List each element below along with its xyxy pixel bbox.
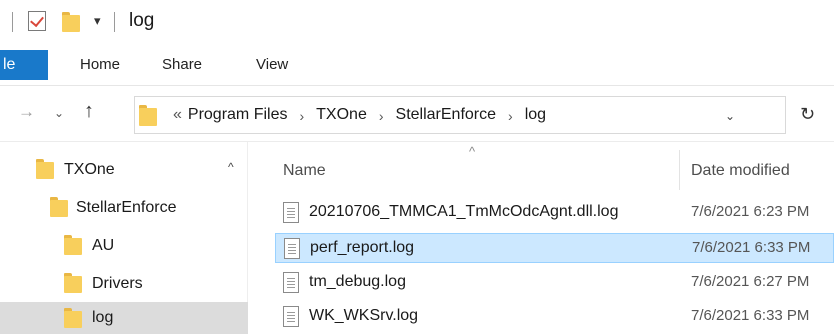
tab-file[interactable]: le [0, 50, 48, 80]
folder-icon [64, 273, 82, 293]
nav-scroll-up-icon[interactable]: ^ [228, 160, 234, 174]
file-name: perf_report.log [310, 239, 415, 256]
breadcrumb-separator[interactable]: › [299, 106, 304, 126]
text-file-icon [284, 238, 300, 259]
window-title: log [129, 10, 155, 31]
breadcrumb-program-files[interactable]: Program Files [188, 106, 288, 126]
breadcrumb-log[interactable]: log [525, 106, 546, 126]
column-header-name[interactable]: Name [283, 162, 326, 180]
column-header-row: ^ Name Date modified [249, 142, 834, 190]
toolbar-separator [114, 12, 115, 32]
address-row: → ⌄ ↑ « Program Files › TXOne › StellarE… [0, 86, 834, 142]
ribbon: le Home Share View [0, 44, 834, 86]
sort-ascending-icon: ^ [469, 144, 476, 159]
sidebar-item-txone[interactable]: TXOne [0, 154, 220, 186]
folder-icon [36, 159, 54, 179]
sidebar-item-label: AU [92, 237, 115, 254]
breadcrumb: « Program Files › TXOne › StellarEnforce… [173, 106, 546, 126]
address-dropdown-icon[interactable]: ⌄ [725, 109, 735, 123]
file-row[interactable]: WK_WKSrv.log 7/6/2021 6:33 PM [275, 302, 834, 332]
folder-icon [64, 308, 82, 328]
back-arrow-icon[interactable]: → [18, 102, 35, 122]
toolbar-separator [12, 12, 13, 32]
tab-home[interactable]: Home [80, 56, 120, 73]
breadcrumb-stellarenforce[interactable]: StellarEnforce [396, 106, 497, 126]
sidebar-item-stellarenforce[interactable]: StellarEnforce [0, 192, 220, 224]
file-row[interactable]: perf_report.log 7/6/2021 6:33 PM [275, 233, 834, 263]
sidebar-item-drivers[interactable]: Drivers [0, 268, 220, 300]
text-file-icon [283, 272, 299, 293]
file-name: 20210706_TMMCA1_TmMcOdcAgnt.dll.log [309, 203, 619, 220]
file-list: ^ Name Date modified 20210706_TMMCA1_TmM… [249, 142, 834, 334]
sidebar-item-label: StellarEnforce [76, 199, 177, 216]
sidebar-item-label: log [92, 309, 114, 326]
file-row[interactable]: 20210706_TMMCA1_TmMcOdcAgnt.dll.log 7/6/… [275, 198, 834, 228]
new-folder-icon[interactable] [62, 12, 80, 32]
refresh-icon[interactable]: ↻ [800, 104, 815, 125]
quick-access-dropdown-icon[interactable]: ▾ [94, 13, 101, 29]
breadcrumb-separator[interactable]: › [379, 106, 384, 126]
text-file-icon [283, 306, 299, 327]
properties-checkbox-icon[interactable] [28, 11, 46, 31]
column-divider[interactable] [679, 150, 680, 190]
file-date: 7/6/2021 6:27 PM [691, 273, 810, 290]
navigation-pane: ^ TXOne StellarEnforce AU Drivers log [0, 142, 248, 334]
title-bar: ▾ log [0, 0, 834, 44]
breadcrumb-overflow-icon[interactable]: « [173, 106, 182, 126]
tab-view[interactable]: View [256, 56, 288, 73]
text-file-icon [283, 202, 299, 223]
file-date: 7/6/2021 6:33 PM [691, 307, 810, 324]
breadcrumb-separator[interactable]: › [508, 106, 513, 126]
tab-share[interactable]: Share [162, 56, 202, 73]
recent-locations-chevron-icon[interactable]: ⌄ [54, 106, 64, 120]
up-arrow-icon[interactable]: ↑ [84, 100, 94, 123]
file-name: tm_debug.log [309, 273, 406, 290]
folder-icon [64, 235, 82, 255]
sidebar-item-label: TXOne [64, 161, 115, 178]
sidebar-item-log[interactable]: log [0, 302, 248, 334]
file-name: WK_WKSrv.log [309, 307, 419, 324]
file-date: 7/6/2021 6:23 PM [691, 203, 810, 220]
sidebar-item-label: Drivers [92, 275, 143, 292]
breadcrumb-txone[interactable]: TXOne [316, 106, 367, 126]
file-date: 7/6/2021 6:33 PM [692, 239, 811, 256]
sidebar-item-au[interactable]: AU [0, 230, 220, 262]
file-row[interactable]: tm_debug.log 7/6/2021 6:27 PM [275, 268, 834, 298]
folder-icon [50, 197, 68, 217]
column-header-date-modified[interactable]: Date modified [691, 162, 790, 180]
address-bar[interactable]: « Program Files › TXOne › StellarEnforce… [134, 96, 786, 134]
folder-icon [139, 105, 157, 126]
